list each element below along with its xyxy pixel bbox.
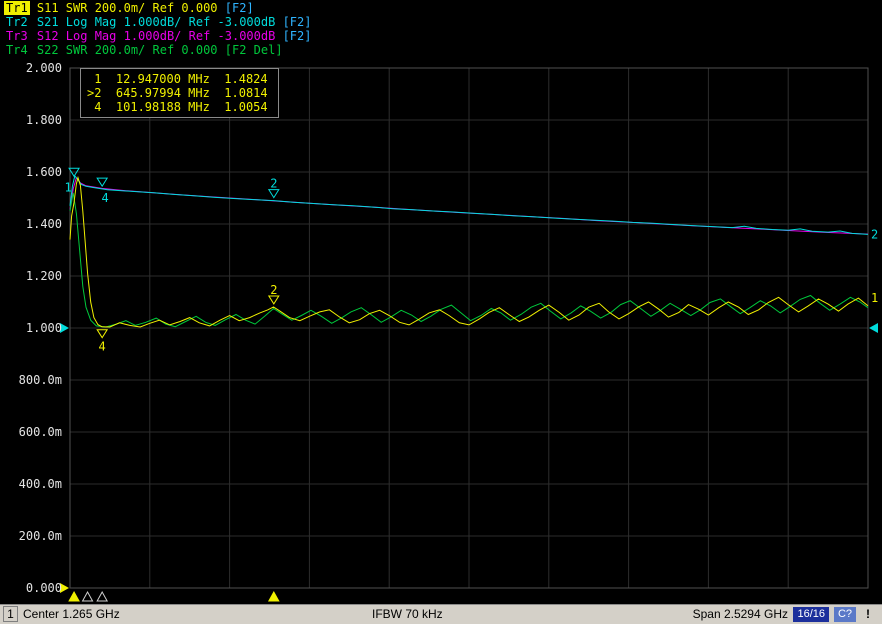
y-axis-label: 200.0m: [18, 529, 62, 543]
marker-2-label: 2: [270, 283, 277, 297]
marker-readout-row: >2 645.97994 MHz 1.0814: [87, 86, 268, 100]
marker-2-label: 2: [270, 177, 277, 191]
status-bar: 1 Center 1.265 GHz IFBW 70 kHz Span 2.52…: [0, 604, 882, 624]
y-axis-label: 2.000: [25, 61, 62, 75]
trace-legend-line-tr1[interactable]: Tr1 S11 SWR 200.0m/ Ref 0.000 [F2]: [4, 1, 311, 15]
trace-id-tr4[interactable]: Tr4: [4, 43, 30, 57]
y-axis-label: 1.800: [25, 113, 62, 127]
trace-legend: Tr1 S11 SWR 200.0m/ Ref 0.000 [F2] Tr2 S2…: [4, 1, 311, 57]
y-axis-label: 1.400: [25, 217, 62, 231]
trace-legend-line-tr2[interactable]: Tr2 S21 Log Mag 1.000dB/ Ref -3.000dB [F…: [4, 15, 311, 29]
trace-fixture-tag: [F2]: [282, 15, 312, 29]
trace-id-tr2[interactable]: Tr2: [4, 15, 30, 29]
trace-description: S11 SWR 200.0m/ Ref 0.000: [29, 1, 225, 15]
stimulus-marker-tick[interactable]: [267, 590, 280, 602]
stimulus-marker-tick[interactable]: [68, 590, 80, 602]
trace-fixture-tag: [F2]: [282, 29, 312, 43]
ifbw-label: IFBW 70 kHz: [372, 607, 443, 621]
y-axis-label: 0.000: [25, 581, 62, 595]
trace-id-tr3[interactable]: Tr3: [4, 29, 30, 43]
trace-end-label-2: 2: [871, 227, 878, 241]
trace-fixture-tag: [F2 Del]: [224, 43, 283, 57]
vna-screen: 1 4 2 2 4 2 1 2.000 1.800 1.600 1.400 1.200 1.000 80…: [0, 0, 882, 624]
center-frequency-label: Center 1.265 GHz: [23, 607, 120, 621]
trace-end-label-1: 1: [871, 291, 878, 305]
marker-readout-row: 1 12.947000 MHz 1.4824: [87, 72, 268, 86]
marker-1-label: 1: [64, 180, 71, 194]
y-axis-label: 800.0m: [18, 373, 62, 387]
trace-description: S22 SWR 200.0m/ Ref 0.000: [29, 43, 225, 57]
trace-id-tr1[interactable]: Tr1: [4, 1, 30, 15]
marker-2-triangle[interactable]: [267, 295, 280, 305]
trace-legend-line-tr3[interactable]: Tr3 S12 Log Mag 1.000dB/ Ref -3.000dB [F…: [4, 29, 311, 43]
marker-readout-row: 4 101.98188 MHz 1.0054: [87, 100, 268, 114]
channel-indicator: 1: [3, 606, 18, 622]
trace-fixture-tag: [F2]: [224, 1, 254, 15]
y-axis-label: 1.200: [25, 269, 62, 283]
correction-status-badge: C?: [833, 607, 856, 622]
stimulus-marker-tick[interactable]: [96, 590, 109, 602]
y-axis-label: 1.600: [25, 165, 62, 179]
y-axis-label: 600.0m: [18, 425, 62, 439]
y-axis-label: 400.0m: [18, 477, 62, 491]
marker-4-label: 4: [99, 340, 106, 354]
marker-2-triangle[interactable]: [267, 189, 280, 199]
stimulus-marker-tick[interactable]: [81, 590, 94, 602]
trace-legend-line-tr4[interactable]: Tr4 S22 SWR 200.0m/ Ref 0.000 [F2 Del]: [4, 43, 311, 57]
y-axis-label: 1.000: [25, 321, 62, 335]
marker-4-triangle[interactable]: [96, 177, 109, 188]
averaging-counter-badge: 16/16: [793, 607, 829, 622]
marker-4-label: 4: [102, 191, 109, 205]
alert-indicator: !: [866, 607, 870, 621]
marker-4-triangle[interactable]: [96, 329, 109, 339]
trace-description: S12 Log Mag 1.000dB/ Ref -3.000dB: [29, 29, 283, 43]
trace-description: S21 Log Mag 1.000dB/ Ref -3.000dB: [29, 15, 283, 29]
marker-readout: 1 12.947000 MHz 1.4824 >2 645.97994 MHz 1…: [80, 68, 279, 118]
span-label: Span 2.5294 GHz: [692, 607, 788, 621]
ref-level-arrow-right: [869, 323, 878, 333]
